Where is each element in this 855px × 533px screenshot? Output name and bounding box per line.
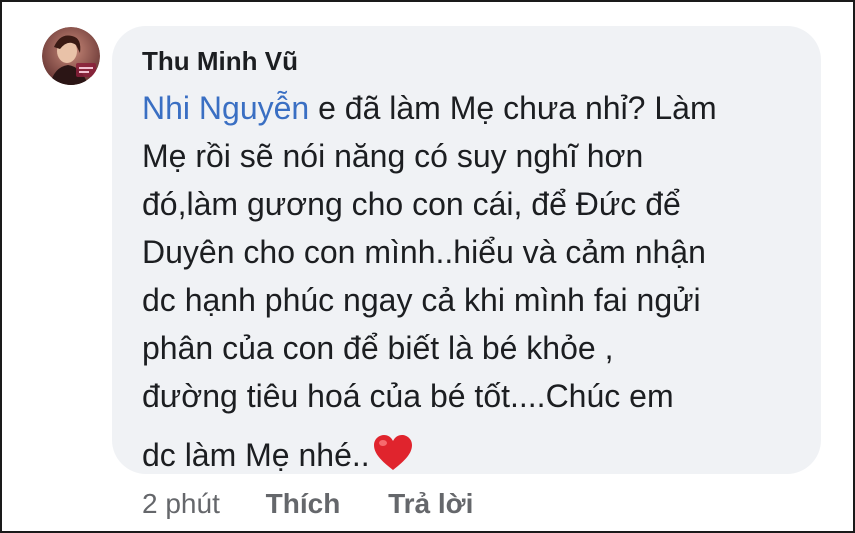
comment-text: Nhi Nguyễn e đã làm Mẹ chưa nhỉ? Làm Mẹ … [142, 84, 812, 485]
timestamp[interactable]: 2 phút [142, 488, 220, 519]
comment-line: đường tiêu hoá của bé tốt....Chúc em [142, 378, 674, 414]
avatar-image [42, 27, 100, 85]
comment-line: Mẹ rồi sẽ nói năng có suy nghĩ hơn [142, 138, 644, 174]
comment-line-text: e đã làm Mẹ chưa nhỉ? Làm [309, 90, 717, 126]
heart-emoji-icon [372, 434, 414, 485]
like-button[interactable]: Thích [266, 488, 341, 519]
avatar[interactable] [42, 27, 100, 85]
comment-line: dc làm Mẹ nhé.. [142, 431, 812, 485]
comment-line-text: dc làm Mẹ nhé.. [142, 437, 370, 473]
comment-author[interactable]: Thu Minh Vũ [142, 46, 298, 77]
comment-line: Nhi Nguyễn e đã làm Mẹ chưa nhỉ? Làm [142, 84, 812, 132]
comment-line: Duyên cho con mình..hiểu và cảm nhận [142, 234, 706, 270]
comment-line: dc hạnh phúc ngay cả khi mình fai ngửi [142, 282, 701, 318]
reply-button[interactable]: Trả lời [388, 488, 473, 519]
comment-line: đó,làm gương cho con cái, để Đức để [142, 186, 681, 222]
comment-actions: 2 phút Thích Trả lời [142, 488, 513, 520]
comment-bubble: Thu Minh Vũ Nhi Nguyễn e đã làm Mẹ chưa … [112, 26, 821, 474]
comment-line: phân của con để biết là bé khỏe , [142, 330, 614, 366]
comment-frame: Thu Minh Vũ Nhi Nguyễn e đã làm Mẹ chưa … [0, 0, 855, 533]
mention-link[interactable]: Nhi Nguyễn [142, 90, 309, 126]
